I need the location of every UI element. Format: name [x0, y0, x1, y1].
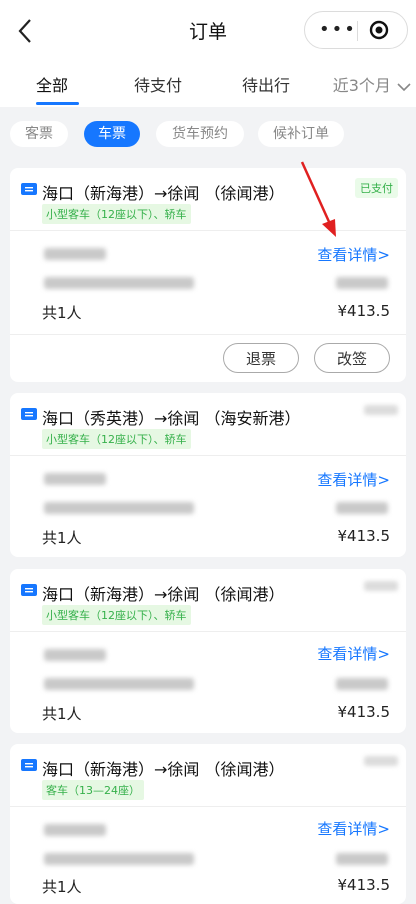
order-card[interactable]: 海口（秀英港）→徐闻 （海安新港） 小型客车（12座以下）、轿车 查看详情> 共…: [10, 393, 406, 557]
divider: [10, 631, 406, 632]
chip-passenger-ticket[interactable]: 客票: [10, 121, 68, 147]
tab-recent-3-months[interactable]: 近3个月: [333, 72, 412, 96]
passenger-count: 共1人: [42, 705, 82, 723]
reschedule-button[interactable]: 改签: [314, 343, 390, 373]
blurred-plate: [44, 473, 106, 485]
view-details-link[interactable]: 查看详情>: [317, 643, 390, 664]
blurred-code: [336, 678, 388, 690]
blurred-datetime: [44, 277, 194, 289]
blurred-plate: [44, 248, 106, 260]
vehicle-type-tag: 小型客车（12座以下）、轿车: [42, 204, 191, 224]
divider: [10, 806, 406, 807]
view-details-link[interactable]: 查看详情>: [317, 244, 390, 265]
divider: [10, 334, 406, 335]
route-text: 海口（新海港）→徐闻 （徐闻港）: [42, 585, 285, 604]
blurred-code: [336, 502, 388, 514]
divider: [10, 230, 406, 231]
blurred-datetime: [44, 502, 194, 514]
vehicle-type-tag: 小型客车（12座以下）、轿车: [42, 605, 191, 625]
chip-vehicle-ticket[interactable]: 车票: [84, 121, 140, 147]
more-dots-icon[interactable]: •••: [319, 21, 357, 39]
order-card[interactable]: 海口（新海港）→徐闻 （徐闻港） 客车（13—24座） 查看详情> 共1人 ¥4…: [10, 744, 406, 904]
view-details-link[interactable]: 查看详情>: [317, 469, 390, 490]
blurred-code: [336, 277, 388, 289]
route-text: 海口（新海港）→徐闻 （徐闻港）: [42, 184, 285, 203]
ticket-icon: [21, 183, 37, 195]
blurred-plate: [44, 649, 106, 661]
mini-program-capsule: •••: [304, 11, 408, 49]
view-details-link[interactable]: 查看详情>: [317, 818, 390, 839]
price: ¥413.5: [337, 527, 391, 545]
passenger-count: 共1人: [42, 304, 82, 322]
tab-all[interactable]: 全部: [36, 72, 68, 96]
route-text: 海口（秀英港）→徐闻 （海安新港）: [42, 409, 301, 428]
route-text: 海口（新海港）→徐闻 （徐闻港）: [42, 760, 285, 779]
ticket-icon: [21, 584, 37, 596]
chip-truck-booking[interactable]: 货车预约: [156, 121, 244, 147]
tab-recent-label: 近3个月: [332, 76, 391, 95]
tab-pending-payment[interactable]: 待支付: [134, 72, 182, 96]
blurred-datetime: [44, 853, 194, 865]
chip-waitlist-order[interactable]: 候补订单: [258, 121, 344, 147]
blurred-code: [336, 853, 388, 865]
capsule-divider: [357, 21, 358, 41]
ticket-icon: [21, 759, 37, 771]
chevron-down-icon: [397, 82, 411, 91]
blurred-datetime: [44, 678, 194, 690]
price: ¥413.5: [337, 703, 391, 721]
divider: [10, 455, 406, 456]
refund-button[interactable]: 退票: [223, 343, 299, 373]
blurred-plate: [44, 824, 106, 836]
action-row: 退票 改签: [10, 343, 406, 375]
passenger-count: 共1人: [42, 878, 82, 896]
target-icon[interactable]: [369, 20, 389, 40]
top-bar: 订单 •••: [0, 0, 416, 60]
vehicle-type-tag: 客车（13—24座）: [42, 780, 144, 800]
vehicle-type-tag: 小型客车（12座以下）、轿车: [42, 429, 191, 449]
active-tab-indicator: [36, 102, 79, 105]
tab-pending-travel[interactable]: 待出行: [242, 72, 290, 96]
blurred-status: [364, 756, 398, 766]
blurred-status: [364, 405, 398, 415]
order-tabs: 全部 待支付 待出行 近3个月: [0, 60, 416, 107]
status-badge: 已支付: [355, 178, 398, 198]
order-card[interactable]: 海口（新海港）→徐闻 （徐闻港） 已支付 小型客车（12座以下）、轿车 查看详情…: [10, 168, 406, 382]
blurred-status: [364, 581, 398, 591]
ticket-icon: [21, 408, 37, 420]
passenger-count: 共1人: [42, 529, 82, 547]
price: ¥413.5: [337, 302, 391, 320]
price: ¥413.5: [337, 876, 391, 894]
order-card[interactable]: 海口（新海港）→徐闻 （徐闻港） 小型客车（12座以下）、轿车 查看详情> 共1…: [10, 569, 406, 733]
